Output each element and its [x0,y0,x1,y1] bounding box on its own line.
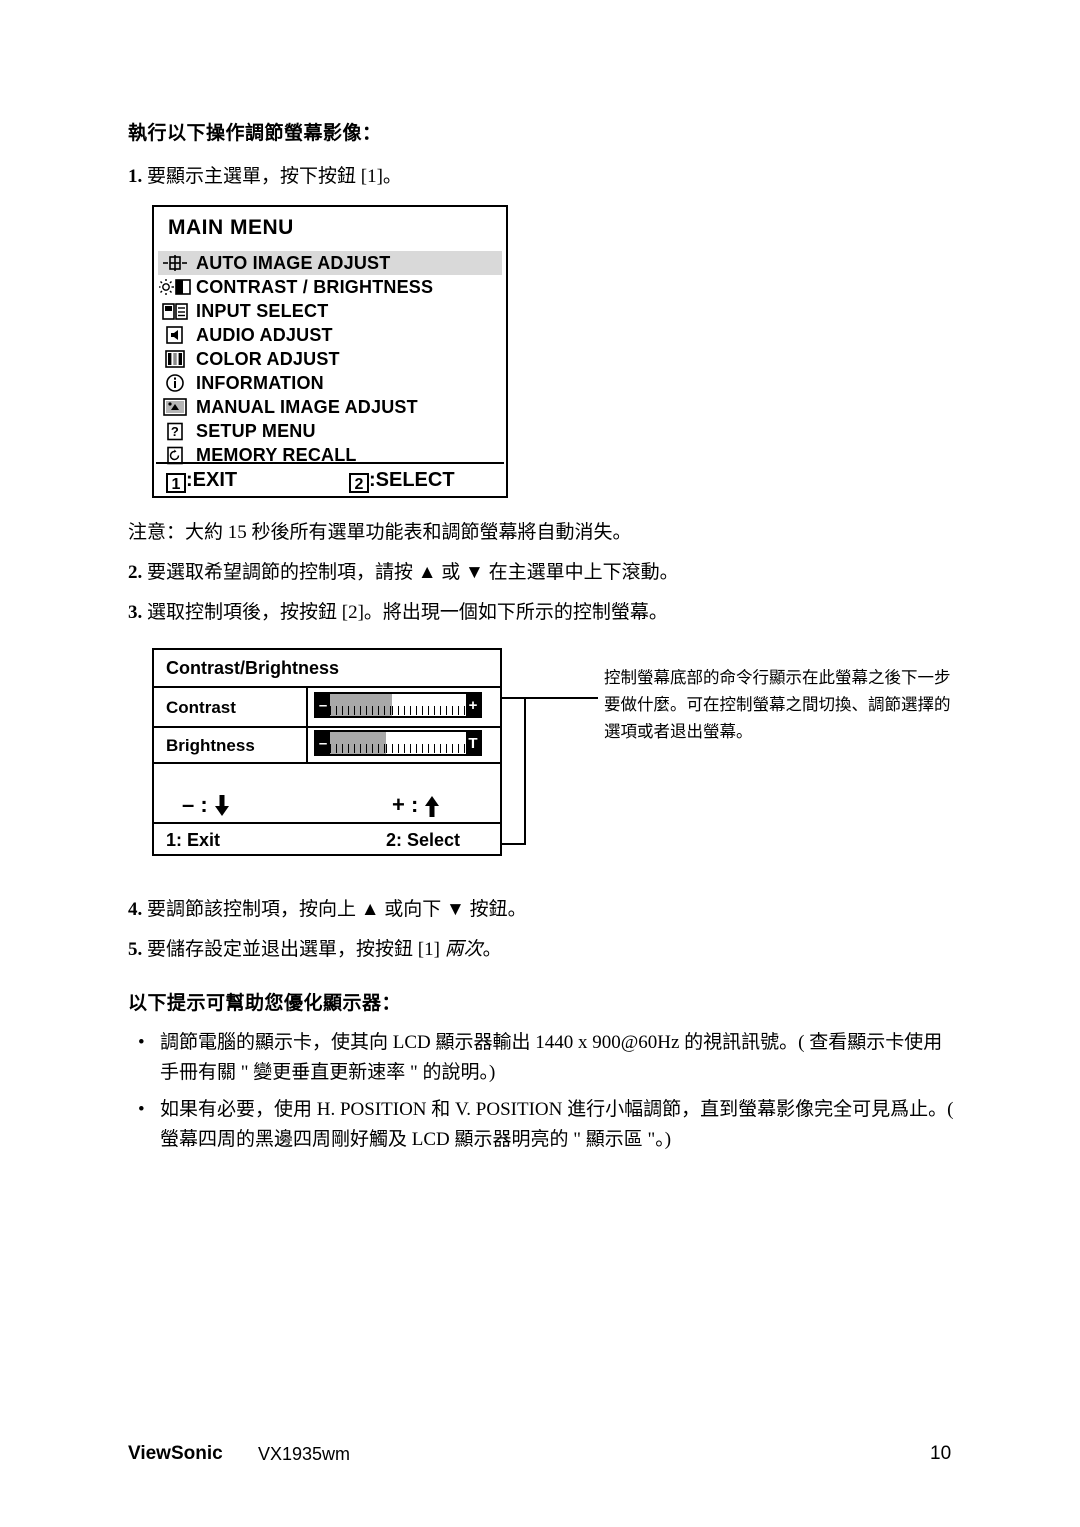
step-5: 5. 要儲存設定並退出選單，按按鈕 [1] 兩次。 [128,935,502,965]
osd-main-footer: 1:EXIT 2:SELECT [154,469,506,497]
step-2: 2. 要選取希望調節的控制項，請按 ▲ 或 ▼ 在主選單中上下滾動。 [128,558,679,588]
osd-item-audio-adjust[interactable]: AUDIO ADJUST [158,323,502,347]
osd-item-label: INPUT SELECT [196,300,329,321]
step-5-number: 5. [128,939,143,960]
audio-adjust-icon [158,324,192,346]
arrow-down-icon [214,795,229,816]
tip-bullet-2-text: 如果有必要，使用 H. POSITION 和 V. POSITION 進行小幅調… [160,1099,954,1150]
section-heading-adjust: 執行以下操作調節螢幕影像： [128,123,382,144]
step-1-text: 要顯示主選單，按下按鈕 [1]。 [147,166,402,187]
brightness-slider[interactable]: – T [314,730,482,756]
contrast-slider[interactable]: – + [314,692,482,718]
osd-item-label: CONTRAST / BRIGHTNESS [196,276,434,297]
osd-select-label: :SELECT [369,469,455,491]
contrast-slider-track [392,694,466,716]
callout-leader-vertical [524,697,526,845]
osd-cb-row-brightness-label: Brightness [166,736,255,755]
brightness-slider-track [386,732,466,754]
key-1-box: 1 [166,473,186,493]
color-adjust-icon [158,348,192,370]
step-4-number: 4. [128,899,143,920]
step-5-text-a: 要儲存設定並退出選單，按按鈕 [1] [147,939,445,960]
osd-exit-control[interactable]: 1:EXIT [166,469,237,493]
osd-item-label: SETUP MENU [196,420,316,441]
tip-bullet-1: • 調節電腦的顯示卡，使其向 LCD 顯示器輸出 1440 x 900@60Hz… [138,1028,960,1088]
osd-item-label: COLOR ADJUST [196,348,340,369]
manual-image-adjust-icon [158,396,192,418]
contrast-ticks-filled [330,706,392,715]
step-4-text: 要調節該控制項，按向上 ▲ 或向下 ▼ 按鈕。 [147,899,527,920]
osd-item-manual-image-adjust[interactable]: MANUAL IMAGE ADJUST [158,395,502,419]
footer-brand: ViewSonic [128,1443,223,1464]
callout-leader-horizontal-bottom [502,843,526,845]
decrease-hint: – : [182,792,230,818]
osd-cb-select-label[interactable]: 2: Select [386,830,460,851]
osd-item-auto-image-adjust[interactable]: AUTO IMAGE ADJUST [158,251,502,275]
step-3-number: 3. [128,602,143,623]
bullet-marker: • [138,1032,145,1053]
osd-select-control[interactable]: 2:SELECT [349,469,455,493]
contrast-brightness-icon [158,276,192,298]
osd-item-input-select[interactable]: INPUT SELECT [158,299,502,323]
osd-item-label: AUTO IMAGE ADJUST [196,252,391,273]
svg-text:?: ? [171,424,179,439]
step-5-text-italic: 兩次 [444,939,483,960]
osd-item-label: INFORMATION [196,372,324,393]
osd-cb-exit-label[interactable]: 1: Exit [166,830,220,851]
arrow-up-icon [425,796,440,817]
information-icon [158,372,192,394]
step-1: 1. 要顯示主選單，按下按鈕 [1]。 [128,162,402,192]
footer-page-number: 10 [930,1443,952,1464]
step-3-text: 選取控制項後，按按鈕 [2]。將出現一個如下所示的控制螢幕。 [147,602,668,623]
step-2-text: 要選取希望調節的控制項，請按 ▲ 或 ▼ 在主選單中上下滾動。 [147,562,679,583]
osd-cb-divider-lower [154,762,500,764]
brightness-plus-label: T [466,732,480,754]
osd-item-color-adjust[interactable]: COLOR ADJUST [158,347,502,371]
osd-cb-divider-top [154,686,500,688]
osd-item-contrast-brightness[interactable]: CONTRAST / BRIGHTNESS [158,275,502,299]
osd-main-title: MAIN MENU [168,216,294,239]
increase-hint: + : [392,792,440,818]
note-auto-dismiss: 注意：大約 15 秒後所有選單功能表和調節螢幕將自動消失。 [128,522,632,543]
step-3: 3. 選取控制項後，按按鈕 [2]。將出現一個如下所示的控制螢幕。 [128,598,668,628]
osd-footer-divider [156,462,504,464]
contrast-ticks-empty [392,706,466,715]
contrast-minus-label: – [316,694,330,716]
brightness-ticks-empty [386,744,466,753]
osd-main-menu: MAIN MENU AUTO IMAGE ADJUST CONTRAST / B… [152,205,508,498]
osd-contrast-brightness: Contrast/Brightness Contrast – + Brightn… [152,648,502,856]
osd-exit-label: :EXIT [186,469,238,491]
setup-menu-icon: ? [158,420,192,442]
step-5-text-b: 。 [482,939,502,960]
contrast-slider-fill [330,694,392,716]
section-heading-tips: 以下提示可幫助您優化顯示器： [128,993,402,1014]
osd-item-information[interactable]: INFORMATION [158,371,502,395]
document-page: 執行以下操作調節螢幕影像： 1. 要顯示主選單，按下按鈕 [1]。 MAIN M… [0,0,1080,1527]
osd-cb-column-divider [306,686,308,762]
auto-image-adjust-icon [158,252,192,274]
step-1-number: 1. [128,166,143,187]
osd-cb-row-contrast-label: Contrast [166,698,236,717]
contrast-plus-label: + [466,694,480,716]
callout-leader-horizontal [502,697,598,699]
input-select-icon [158,300,192,322]
osd-cb-divider-footer [154,822,500,824]
osd-item-label: MANUAL IMAGE ADJUST [196,396,418,417]
osd-cb-divider-mid [154,726,500,728]
brightness-minus-label: – [316,732,330,754]
footer-model: VX1935wm [258,1444,351,1464]
osd-item-setup-menu[interactable]: ? SETUP MENU [158,419,502,443]
tip-bullet-2: • 如果有必要，使用 H. POSITION 和 V. POSITION 進行小… [138,1095,972,1155]
osd-cb-title: Contrast/Brightness [166,658,340,678]
step-4: 4. 要調節該控制項，按向上 ▲ 或向下 ▼ 按鈕。 [128,895,527,925]
brightness-ticks-filled [330,744,386,753]
callout-note: 控制螢幕底部的命令行顯示在此螢幕之後下一步要做什麼。可在控制螢幕之間切換、調節選… [604,668,951,741]
tip-bullet-1-text: 調節電腦的顯示卡，使其向 LCD 顯示器輸出 1440 x 900@60Hz 的… [160,1032,943,1083]
brightness-slider-fill [330,732,386,754]
key-2-box: 2 [349,473,369,493]
step-2-number: 2. [128,562,143,583]
bullet-marker: • [138,1099,145,1120]
osd-item-label: AUDIO ADJUST [196,324,333,345]
